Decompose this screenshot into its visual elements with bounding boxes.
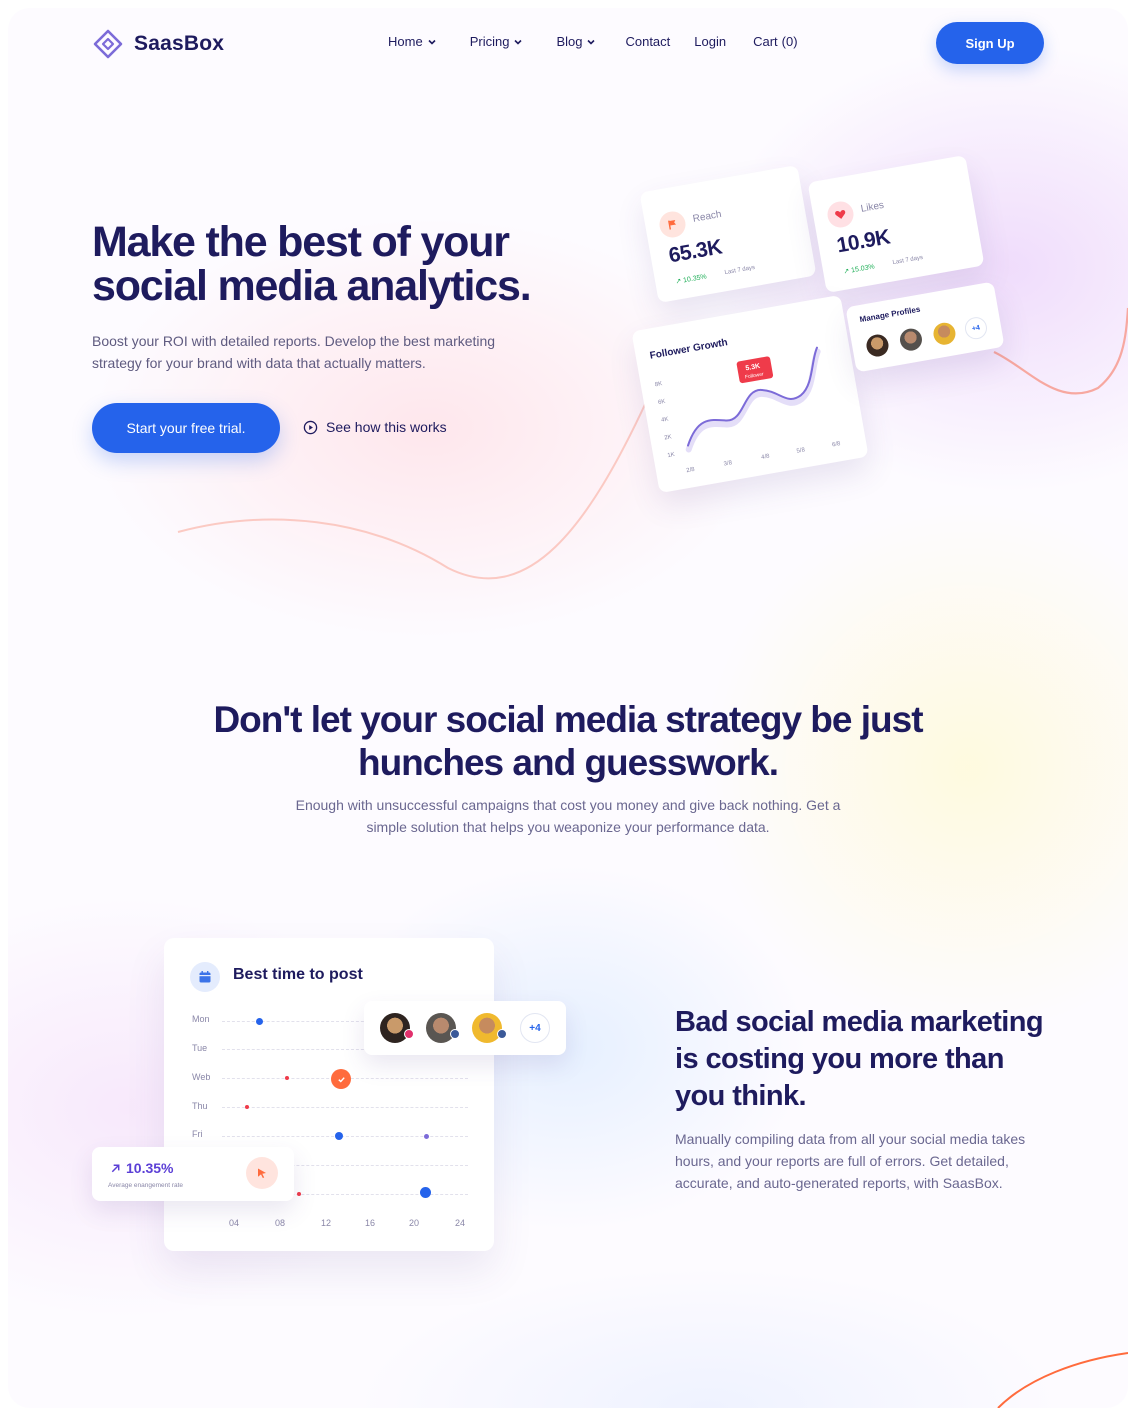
nav-home[interactable]: Home: [388, 34, 437, 49]
day-label: Thu: [192, 1101, 208, 1111]
calendar-icon: [190, 962, 220, 992]
hour-label: 08: [275, 1218, 286, 1228]
nav-pricing[interactable]: Pricing: [470, 34, 524, 49]
section-strategy-subtitle: Enough with unsuccessful campaigns that …: [295, 797, 841, 835]
nav-blog-label: Blog: [556, 34, 583, 49]
nav-home-label: Home: [388, 34, 423, 49]
hour-label: 04: [229, 1218, 240, 1228]
hero-title: Make the best of your social media analy…: [92, 218, 532, 310]
day-label: Mon: [192, 1014, 210, 1024]
manage-profiles-title: Manage Profiles: [858, 304, 921, 325]
nav-blog[interactable]: Blog: [556, 34, 596, 49]
likes-period: Last 7 days: [892, 254, 924, 267]
hour-label: 12: [321, 1218, 332, 1228]
likes-growth-value: 15.03%: [850, 263, 876, 275]
best-time-card: Best time to post Mon Tue Web Thu Fri 04…: [164, 938, 494, 1251]
see-how-label: See how this works: [326, 419, 447, 435]
y-tick-label: 8K: [655, 381, 663, 388]
engagement-rate-label: Average enangement rate: [108, 1182, 184, 1189]
section-cost-title: Bad social media marketing is costing yo…: [675, 1006, 1044, 1112]
time-dot: [420, 1187, 431, 1198]
avatar[interactable]: [472, 1013, 502, 1043]
avatar[interactable]: [380, 1013, 410, 1043]
play-circle-icon: [303, 420, 318, 434]
check-icon: [337, 1076, 345, 1082]
hero-subtitle: Boost your ROI with detailed reports. De…: [92, 333, 496, 371]
x-tick-label: 5/8: [796, 447, 806, 454]
section-cost-subtitle: Manually compiling data from all your so…: [675, 1131, 1026, 1191]
facebook-icon: [450, 1029, 460, 1039]
engagement-rate-card: 10.35% Average enangement rate: [92, 1147, 294, 1201]
y-tick-label: 4K: [661, 417, 669, 424]
reach-growth: ↗ 10.35%: [674, 273, 708, 286]
nav-login[interactable]: Login: [694, 34, 726, 49]
hour-label: 20: [409, 1218, 420, 1228]
cart-count: (0): [781, 34, 798, 49]
day-label: Tue: [192, 1043, 208, 1053]
chevron-down-icon: [587, 39, 596, 45]
x-tick-label: 4/8: [761, 453, 771, 460]
reach-label: Reach: [691, 208, 723, 225]
x-tick-label: 3/8: [723, 460, 733, 467]
arrow-up-right-icon: [111, 1164, 120, 1173]
brand-logo[interactable]: SaasBox: [92, 28, 224, 60]
time-dot: [424, 1134, 429, 1139]
avatar: [864, 332, 891, 359]
likes-value: 10.9K: [834, 225, 892, 258]
page-background: SaasBox Home Pricing Blog Contact Login …: [8, 8, 1128, 1408]
grid-line: [222, 1107, 468, 1108]
x-tick-label: 2/8: [686, 467, 696, 474]
y-tick-label: 1K: [667, 452, 675, 459]
nav-cart[interactable]: Cart (0): [753, 34, 797, 49]
y-tick-label: 2K: [664, 434, 672, 441]
engagement-rate-value: 10.35%: [126, 1160, 174, 1176]
instagram-icon: [404, 1029, 414, 1039]
day-label: Web: [192, 1072, 211, 1082]
reach-period: Last 7 days: [724, 264, 756, 277]
facebook-icon: [497, 1029, 507, 1039]
signup-button[interactable]: Sign Up: [936, 22, 1044, 64]
chevron-down-icon: [428, 39, 436, 45]
reach-value: 65.3K: [666, 235, 724, 268]
hour-label: 24: [455, 1218, 466, 1228]
chevron-down-icon: [514, 39, 523, 45]
brand-name: SaasBox: [134, 32, 225, 55]
nav-pricing-label: Pricing: [469, 34, 510, 49]
day-label: Fri: [192, 1129, 203, 1139]
hour-label: 16: [365, 1218, 376, 1228]
see-how-link[interactable]: See how this works: [303, 419, 447, 435]
best-time-title: Best time to post: [233, 966, 363, 983]
avatar: [898, 326, 924, 353]
flag-icon: [657, 209, 688, 240]
logo-icon: [93, 29, 123, 59]
start-trial-button[interactable]: Start your free trial.: [92, 403, 280, 453]
time-dot: [285, 1076, 289, 1080]
avatar[interactable]: [426, 1013, 456, 1043]
cursor-icon: [246, 1157, 278, 1189]
y-tick-label: 6K: [658, 399, 666, 406]
nav-contact[interactable]: Contact: [625, 34, 670, 49]
grid-line: [222, 1136, 468, 1137]
nav-contact-label: Contact: [625, 34, 671, 49]
main-nav: Home Pricing Blog Contact Login Cart (0): [388, 34, 798, 49]
reach-growth-value: 10.35%: [682, 273, 708, 285]
time-dot: [256, 1018, 263, 1025]
x-tick-label: 6/8: [832, 441, 842, 448]
time-dot: [245, 1105, 249, 1109]
nav-login-label: Login: [694, 34, 727, 49]
time-dot: [335, 1132, 343, 1140]
profile-avatars-card: +4: [364, 1001, 566, 1055]
likes-growth: ↗ 15.03%: [842, 263, 876, 276]
time-dot: [297, 1192, 301, 1196]
more-profiles-badge[interactable]: +4: [520, 1013, 550, 1043]
cart-label: Cart: [753, 34, 778, 49]
best-time-check: [331, 1069, 351, 1089]
avatar: [931, 320, 958, 347]
heart-icon: [825, 199, 856, 230]
more-profiles-badge[interactable]: +4: [963, 315, 989, 341]
likes-label: Likes: [859, 199, 885, 215]
section-strategy-title: Don't let your social media strategy be …: [213, 699, 923, 783]
